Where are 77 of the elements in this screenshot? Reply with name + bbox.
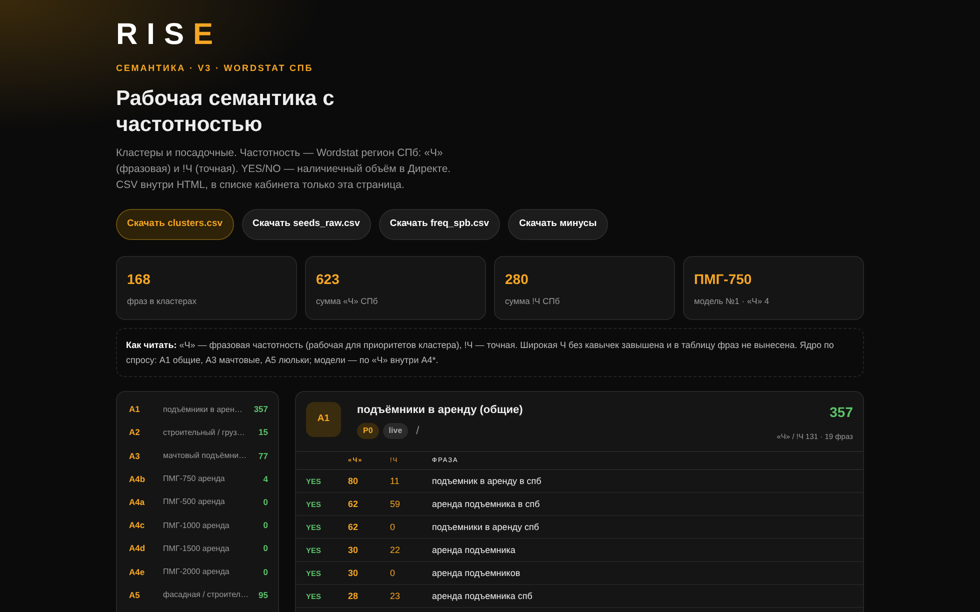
cluster-count: 15	[258, 426, 268, 440]
table-cell-text: 80	[348, 474, 360, 488]
cluster-count: 77	[258, 450, 268, 462]
cluster-title: подъёмники в аренду (общие)	[357, 403, 524, 418]
stat-label: сумма «Ч» СПб	[316, 294, 379, 308]
table-cell-text: аренда подъемника в спб	[432, 498, 541, 511]
cluster-code-badge: A1	[306, 402, 341, 438]
table-cell-text: 30	[348, 544, 360, 557]
table-cell-text: 62	[348, 498, 360, 511]
table-cell-text: 0	[390, 520, 396, 534]
cluster-name: фасадная / строител…	[163, 589, 250, 602]
download-button[interactable]: Скачать seeds_raw.csv	[242, 209, 371, 240]
sidebar-item[interactable]: A2 строительный / груз… 15	[123, 421, 272, 444]
table-cell-text: 59	[390, 498, 402, 511]
cluster-code: A4c	[129, 519, 146, 532]
cluster-count: 0	[263, 496, 268, 509]
sidebar-item[interactable]: A4c ПМГ-1000 аренда 0	[123, 514, 272, 538]
cluster-code: A4a	[129, 496, 146, 509]
sidebar-item[interactable]: A4b ПМГ-750 аренда 4	[123, 468, 272, 491]
download-button[interactable]: Скачать clusters.csv	[116, 209, 234, 240]
stat-value: ПМГ-750	[694, 270, 753, 288]
stat-value: 280	[505, 270, 530, 288]
sidebar-item[interactable]: A4a ПМГ-500 аренда 0	[123, 490, 272, 514]
table-cell-text: 11	[390, 474, 400, 488]
table-cell-text: 0	[390, 566, 396, 580]
cluster-name: ПМГ-1500 аренда	[163, 542, 230, 555]
cluster-name: мачтовый подъёмни…	[163, 450, 248, 462]
table-cell-text: 62	[348, 520, 360, 534]
stat-label: фраз в кластерах	[127, 294, 198, 308]
reading-note: Как читать: «Ч» — фразовая частотность (рабочая для приоритетов кластера), !Ч — точная. Широкая Ч без кавычек завышена и в таблицу фраз не вынесена. Ядро по спросу: A1 общие, A3 мачтовые, A5 люльки; модели — по «Ч» внутри A4*.	[116, 328, 864, 378]
table-cell-text: 22	[390, 544, 402, 557]
table-cell-text: подъемники в аренду спб	[432, 520, 540, 534]
table-cell-text: 23	[390, 590, 402, 603]
cluster-code: A1	[129, 403, 141, 416]
cluster-name: ПМГ-1000 аренда	[163, 520, 230, 532]
stat-label: модель №1 · «Ч» 4	[694, 294, 770, 308]
cluster-name: ПМГ-750 аренда	[163, 473, 226, 486]
table-cell-text: аренда подъемника	[432, 544, 516, 557]
download-button[interactable]: Скачать freq_spb.csv	[378, 209, 500, 240]
cluster-name: строительный / груз…	[163, 426, 246, 439]
cluster-name: ПМГ-500 аренда	[163, 496, 226, 508]
cluster-code: A2	[129, 426, 141, 440]
cluster-count: 357	[254, 403, 268, 416]
tag-badge: live	[382, 422, 408, 439]
cluster-code: A4d	[129, 542, 146, 556]
cluster-code: A5	[129, 588, 141, 602]
sidebar-item[interactable]: A1 подъёмники в арен… 357	[123, 398, 272, 422]
cluster-code: A4b	[129, 472, 146, 486]
eyebrow-text: СЕМАНТИКА · V3 · WORDSTAT СПБ	[116, 62, 314, 75]
sidebar-item[interactable]: A4e ПМГ-2000 аренда 0	[123, 560, 272, 584]
cluster-count: 0	[263, 566, 268, 578]
stat-value: 168	[127, 270, 152, 288]
table-cell-text: 28	[348, 590, 360, 603]
table-cell-text: подъемник в аренду в спб	[432, 474, 542, 488]
tag-badge: P0	[357, 422, 379, 439]
cluster-name: подъёмники в арен…	[163, 404, 244, 416]
cluster-code: A4e	[129, 566, 146, 578]
sidebar-item[interactable]: A4d ПМГ-1500 аренда 0	[123, 537, 272, 560]
table-cell-text: аренда подъемников	[432, 566, 522, 580]
cluster-count: 4	[263, 472, 268, 486]
stat-label: сумма !Ч СПб	[505, 294, 561, 308]
stat-value: 623	[316, 270, 340, 288]
cluster-count: 95	[258, 588, 268, 602]
intro-paragraph: Кластеры и посадочные. Частотность — Wordstat регион СПб: «Ч» (фразовая) и !Ч (точная). YES/NO — наличиечный объём в Директе. CSV внутри HTML, в списке кабинета только эта страница.	[116, 146, 452, 192]
cluster-code: A3	[129, 450, 141, 462]
logo: RIS E	[116, 20, 224, 50]
cluster-name: ПМГ-2000 аренда	[163, 566, 230, 578]
sidebar-item[interactable]: A5 фасадная / строител… 95	[123, 584, 272, 607]
separator-text: /	[416, 424, 420, 439]
page-title: Рабочая семантика с частотностью	[116, 86, 336, 138]
cluster-total: 357	[828, 403, 853, 422]
table-cell-text: аренда подъемника спб	[432, 590, 534, 603]
cluster-count: 0	[263, 542, 268, 556]
table-cell-text: 30	[348, 566, 360, 580]
sidebar-item[interactable]: A3 мачтовый подъёмни… 77	[123, 444, 272, 468]
cluster-count: 0	[263, 519, 268, 532]
download-button[interactable]: Скачать минусы	[508, 209, 608, 240]
